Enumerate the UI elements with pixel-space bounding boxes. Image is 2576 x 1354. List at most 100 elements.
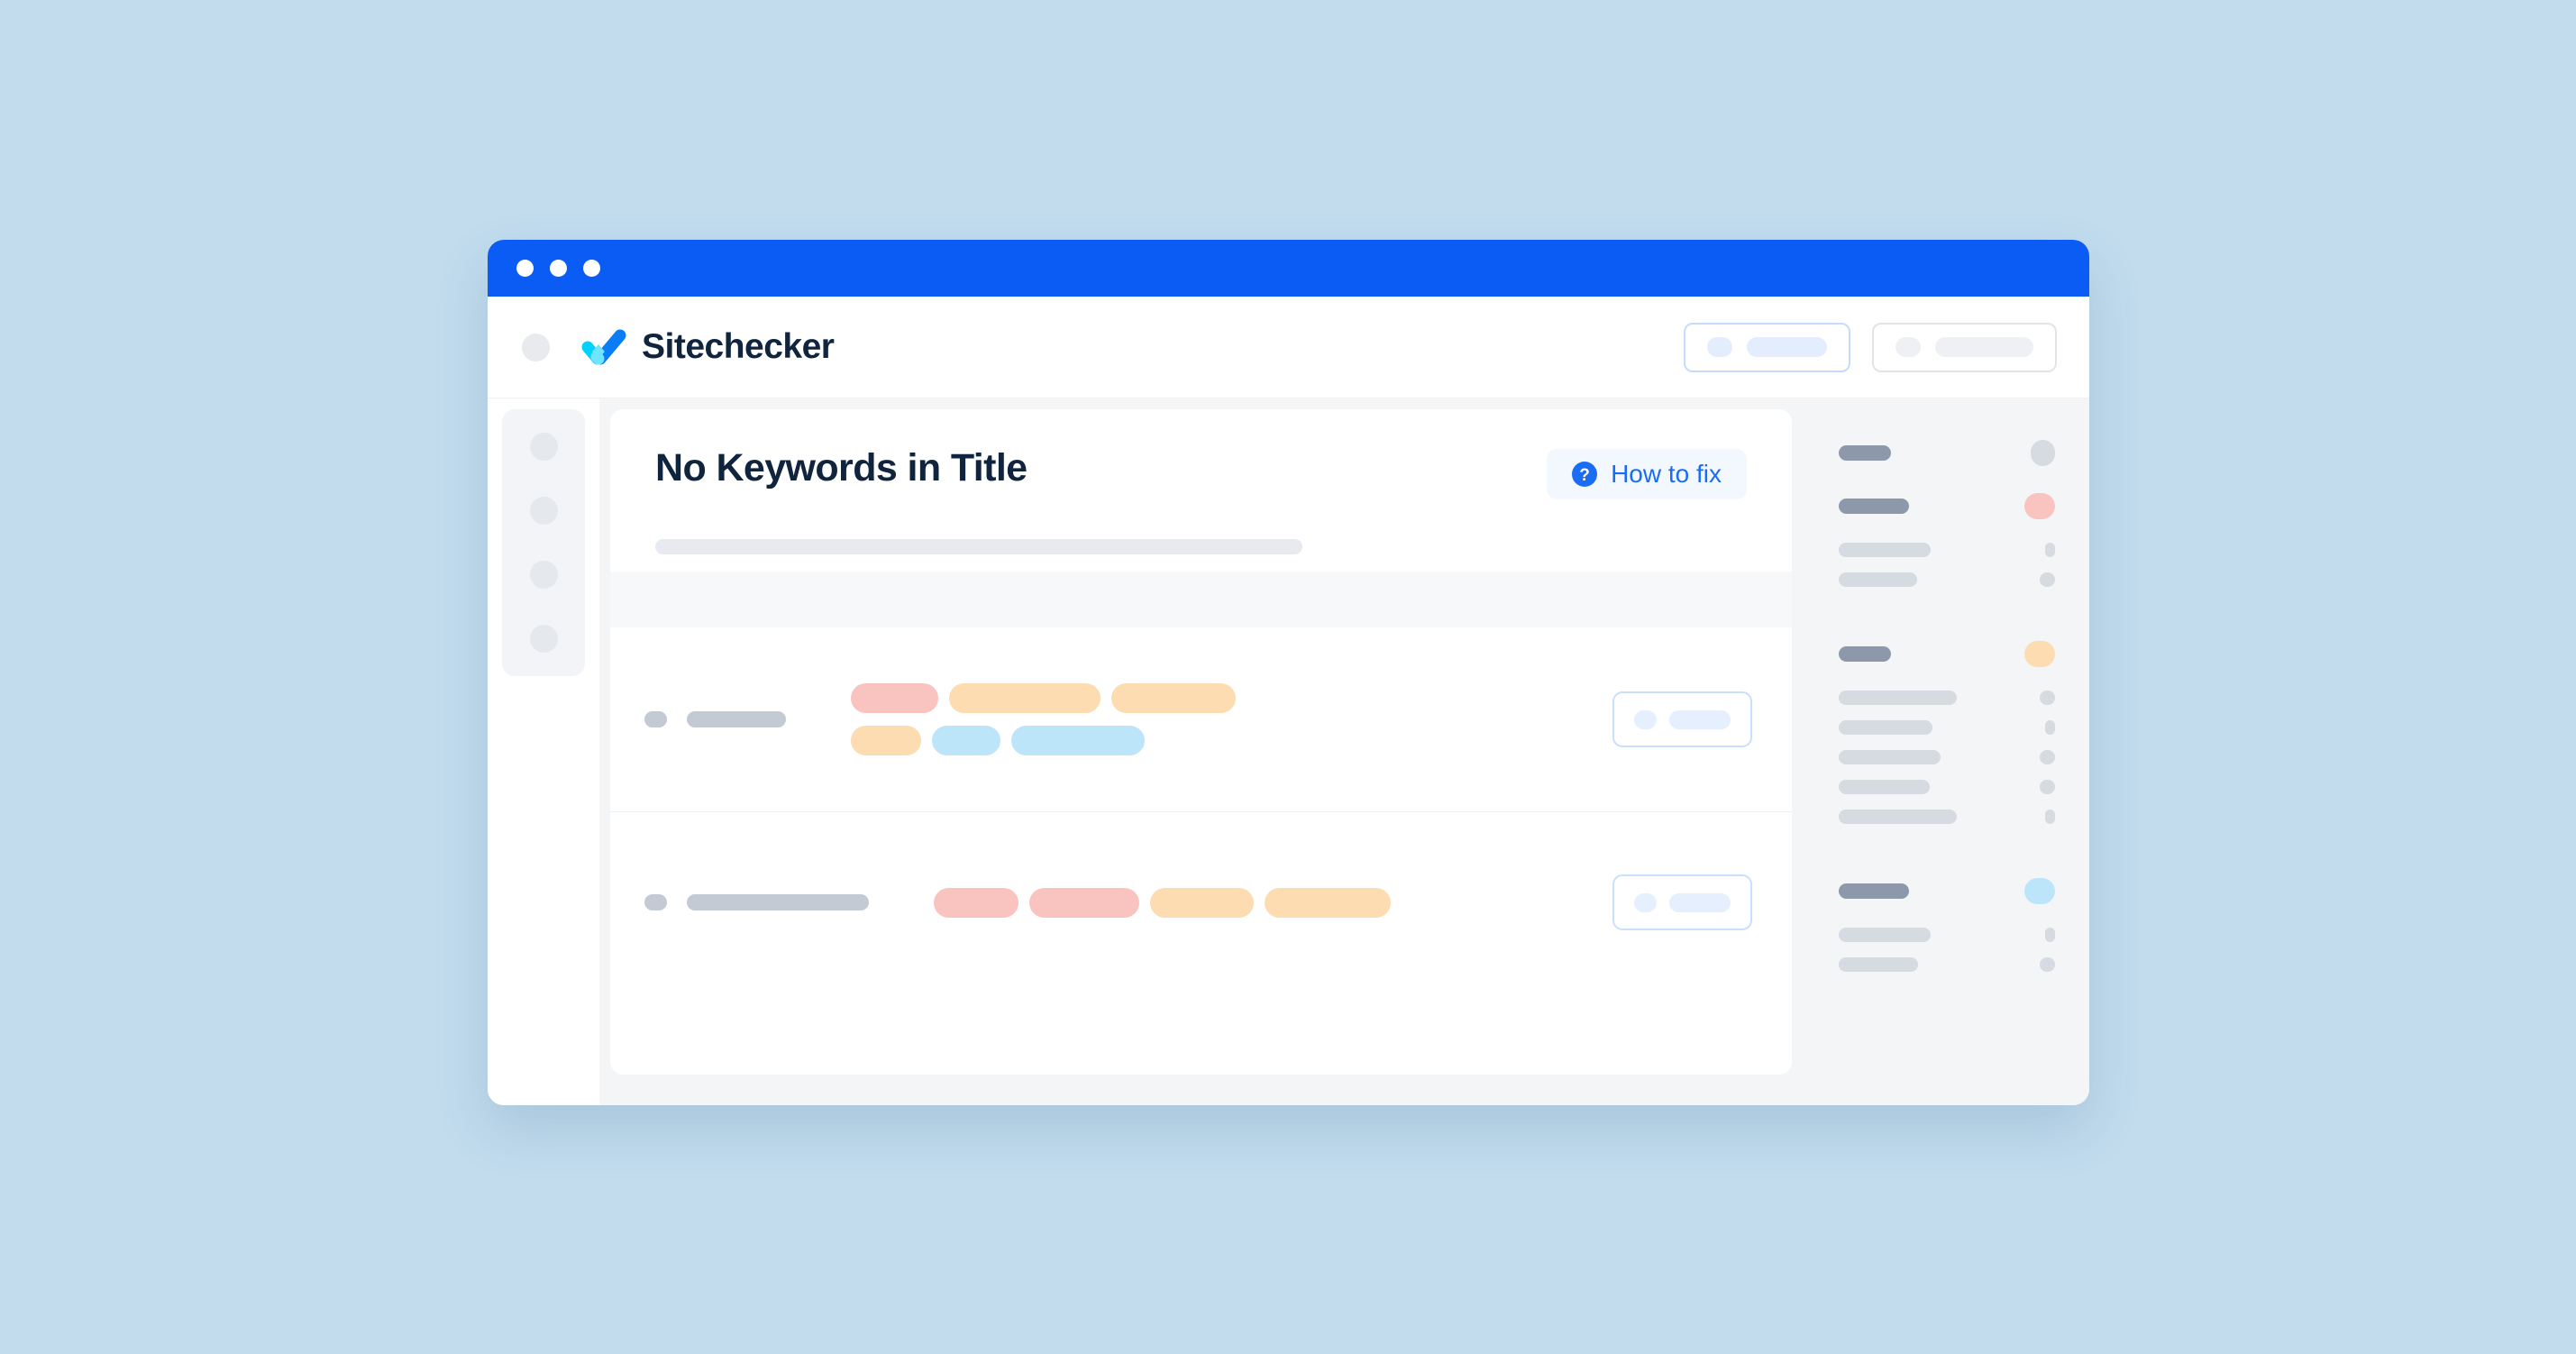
double-check-logo-icon — [581, 329, 626, 365]
page-title: No Keywords in Title — [655, 446, 1028, 489]
list-item-count-badge — [2045, 720, 2055, 735]
app-header: Sitechecker — [488, 297, 2089, 398]
list-item-count-badge — [2040, 750, 2055, 764]
list-item[interactable] — [1839, 780, 2055, 794]
list-item-label-bar — [1839, 691, 1957, 705]
row-action-button[interactable] — [1612, 874, 1752, 930]
sidebar-item-2[interactable] — [529, 497, 558, 525]
list-item-label-bar — [1839, 750, 1941, 764]
description-line-1 — [655, 539, 1302, 554]
row-tag-group — [786, 683, 1309, 755]
app-body: No Keywords in Title ? How to fix — [488, 398, 2089, 1105]
list-item[interactable] — [1839, 572, 2055, 587]
group-title-bar — [1839, 445, 1891, 461]
brand-name: Sitechecker — [642, 327, 835, 366]
menu-toggle-icon[interactable] — [522, 333, 550, 361]
row-tag-group — [869, 887, 1392, 918]
list-item-label-bar — [1839, 957, 1918, 972]
group-header[interactable] — [1839, 878, 2055, 904]
warning-tag[interactable] — [1150, 887, 1254, 918]
right-panel-group-2 — [1839, 493, 2055, 587]
warning-tag[interactable] — [949, 683, 1101, 713]
list-item[interactable] — [1839, 543, 2055, 557]
list-item-count-badge — [2045, 543, 2055, 557]
main-content: No Keywords in Title ? How to fix — [599, 398, 1812, 1105]
right-panel — [1812, 398, 2089, 1105]
list-item-count-badge — [2045, 928, 2055, 942]
group-title-bar — [1839, 499, 1909, 514]
right-panel-group-3 — [1839, 641, 2055, 824]
group-header[interactable] — [1839, 493, 2055, 519]
list-item[interactable] — [1839, 810, 2055, 824]
right-panel-group-4 — [1839, 878, 2055, 972]
table-row[interactable] — [610, 812, 1792, 993]
svg-text:?: ? — [1579, 466, 1590, 485]
browser-window: Sitechecker No Keywords in Title ? How t… — [488, 240, 2089, 1105]
info-tag[interactable] — [932, 726, 1000, 755]
right-panel-group-1 — [1839, 440, 2055, 466]
issue-card: No Keywords in Title ? How to fix — [610, 409, 1792, 1075]
sidebar-item-1[interactable] — [529, 433, 558, 461]
list-item[interactable] — [1839, 750, 2055, 764]
list-item-count-badge — [2040, 780, 2055, 794]
list-item-label-bar — [1839, 780, 1930, 794]
brand[interactable]: Sitechecker — [580, 326, 835, 368]
list-item-count-badge — [2040, 691, 2055, 705]
status-badge — [2024, 878, 2055, 904]
sidebar-item-4[interactable] — [529, 625, 558, 653]
placeholder-dot-icon — [1634, 892, 1657, 912]
secondary-placeholder-button[interactable] — [1872, 322, 2057, 372]
row-bullet-icon — [644, 894, 667, 910]
row-label-bar — [687, 894, 869, 910]
group-title-bar — [1839, 646, 1891, 662]
row-action-button[interactable] — [1612, 691, 1752, 747]
list-item-label-bar — [1839, 543, 1931, 557]
how-to-fix-label: How to fix — [1611, 460, 1722, 488]
row-bullet-icon — [644, 711, 667, 727]
sidebar — [488, 398, 599, 1105]
info-tag[interactable] — [1011, 726, 1145, 755]
warning-tag[interactable] — [851, 726, 921, 755]
row-label — [644, 711, 786, 727]
placeholder-dot-icon — [1634, 709, 1657, 729]
warning-tag[interactable] — [1265, 887, 1391, 918]
error-tag[interactable] — [851, 683, 938, 713]
list-item-count-badge — [2045, 810, 2055, 824]
list-item[interactable] — [1839, 691, 2055, 705]
list-item[interactable] — [1839, 928, 2055, 942]
group-header[interactable] — [1839, 440, 2055, 466]
list-item-count-badge — [2040, 957, 2055, 972]
list-item[interactable] — [1839, 720, 2055, 735]
group-header[interactable] — [1839, 641, 2055, 667]
browser-titlebar — [488, 240, 2089, 297]
sidebar-item-3[interactable] — [529, 561, 558, 589]
table-row[interactable] — [610, 627, 1792, 812]
placeholder-dot-icon — [1707, 337, 1732, 357]
list-item[interactable] — [1839, 957, 2055, 972]
status-badge — [2024, 493, 2055, 519]
placeholder-label-bar — [1935, 337, 2033, 357]
group-title-bar — [1839, 883, 1909, 899]
window-maximize-dot[interactable] — [583, 260, 600, 277]
issue-card-header-top: No Keywords in Title ? How to fix — [655, 449, 1747, 499]
error-tag[interactable] — [934, 887, 1019, 918]
row-label — [644, 894, 869, 910]
question-circle-icon: ? — [1572, 462, 1598, 487]
warning-tag[interactable] — [1111, 683, 1236, 713]
primary-placeholder-button[interactable] — [1684, 322, 1850, 372]
list-item-label-bar — [1839, 810, 1957, 824]
status-badge — [2024, 641, 2055, 667]
sidebar-panel — [502, 409, 585, 676]
placeholder-dot-icon — [1895, 337, 1921, 357]
window-minimize-dot[interactable] — [550, 260, 567, 277]
window-close-dot[interactable] — [516, 260, 534, 277]
error-tag[interactable] — [1029, 887, 1139, 918]
list-item-label-bar — [1839, 720, 1932, 735]
row-label-bar — [687, 711, 786, 727]
how-to-fix-button[interactable]: ? How to fix — [1547, 449, 1747, 499]
list-item-label-bar — [1839, 928, 1931, 942]
list-item-count-badge — [2040, 572, 2055, 587]
placeholder-label-bar — [1669, 709, 1731, 729]
